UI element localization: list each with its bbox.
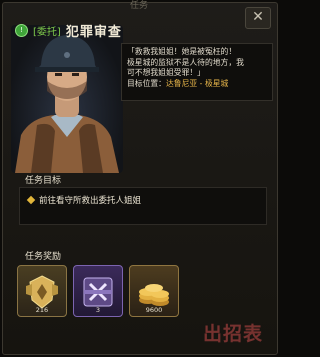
- rewards-section-title: 任务奖励: [25, 252, 62, 262]
- quest-panel: 任务 ✕ ! [委托] 犯罪审查 「救救我姐姐！她是被冤枉的！ 极星城的监狱不是…: [2, 1, 278, 355]
- dialog-line: 「救救我姐姐！她是被冤枉的！: [127, 47, 237, 56]
- top-tab-label: 任务: [129, 1, 148, 11]
- dialog-line: 极星城的监狱不是人待的地方，我: [127, 57, 244, 67]
- dialog-line: 可不想我姐姐受罪！」: [127, 68, 205, 77]
- rewards-row: 216 3 9600: [17, 265, 179, 317]
- goal-box: 前往看守所救出委托人姐姐: [19, 187, 267, 225]
- reward-count: 3: [95, 306, 101, 314]
- npc-dialog: 「救救我姐姐！她是被冤枉的！ 极星城的监狱不是人待的地方，我 可不想我姐姐受罪！…: [121, 43, 273, 101]
- reward-count: 216: [35, 306, 49, 314]
- goal-text: 前往看守所救出委托人姐姐: [39, 196, 142, 206]
- reward-count: 9600: [145, 306, 163, 314]
- target-location: 目标位置：达鲁尼亚 - 极星城: [127, 79, 267, 90]
- diamond-bullet-icon: [26, 195, 36, 205]
- reward-item[interactable]: 3: [73, 265, 123, 317]
- goal-section-title: 任务目标: [25, 176, 62, 186]
- location-label: 目标位置：: [127, 78, 166, 88]
- quest-badge-icon: !: [15, 23, 28, 37]
- reward-item[interactable]: 9600: [129, 265, 179, 317]
- location-value: 达鲁尼亚 - 极星城: [165, 78, 229, 88]
- quest-header: ! [委托] 犯罪审查: [15, 21, 122, 40]
- quest-type-tag: [委托]: [33, 26, 61, 38]
- reward-item[interactable]: 216: [17, 265, 67, 317]
- soldier-portrait-icon: [15, 35, 119, 173]
- quest-title: 犯罪审查: [65, 24, 122, 40]
- close-icon: ✕: [252, 9, 264, 25]
- npc-portrait: [11, 25, 123, 173]
- watermark: 出招表: [202, 323, 263, 345]
- close-button[interactable]: ✕: [245, 7, 271, 29]
